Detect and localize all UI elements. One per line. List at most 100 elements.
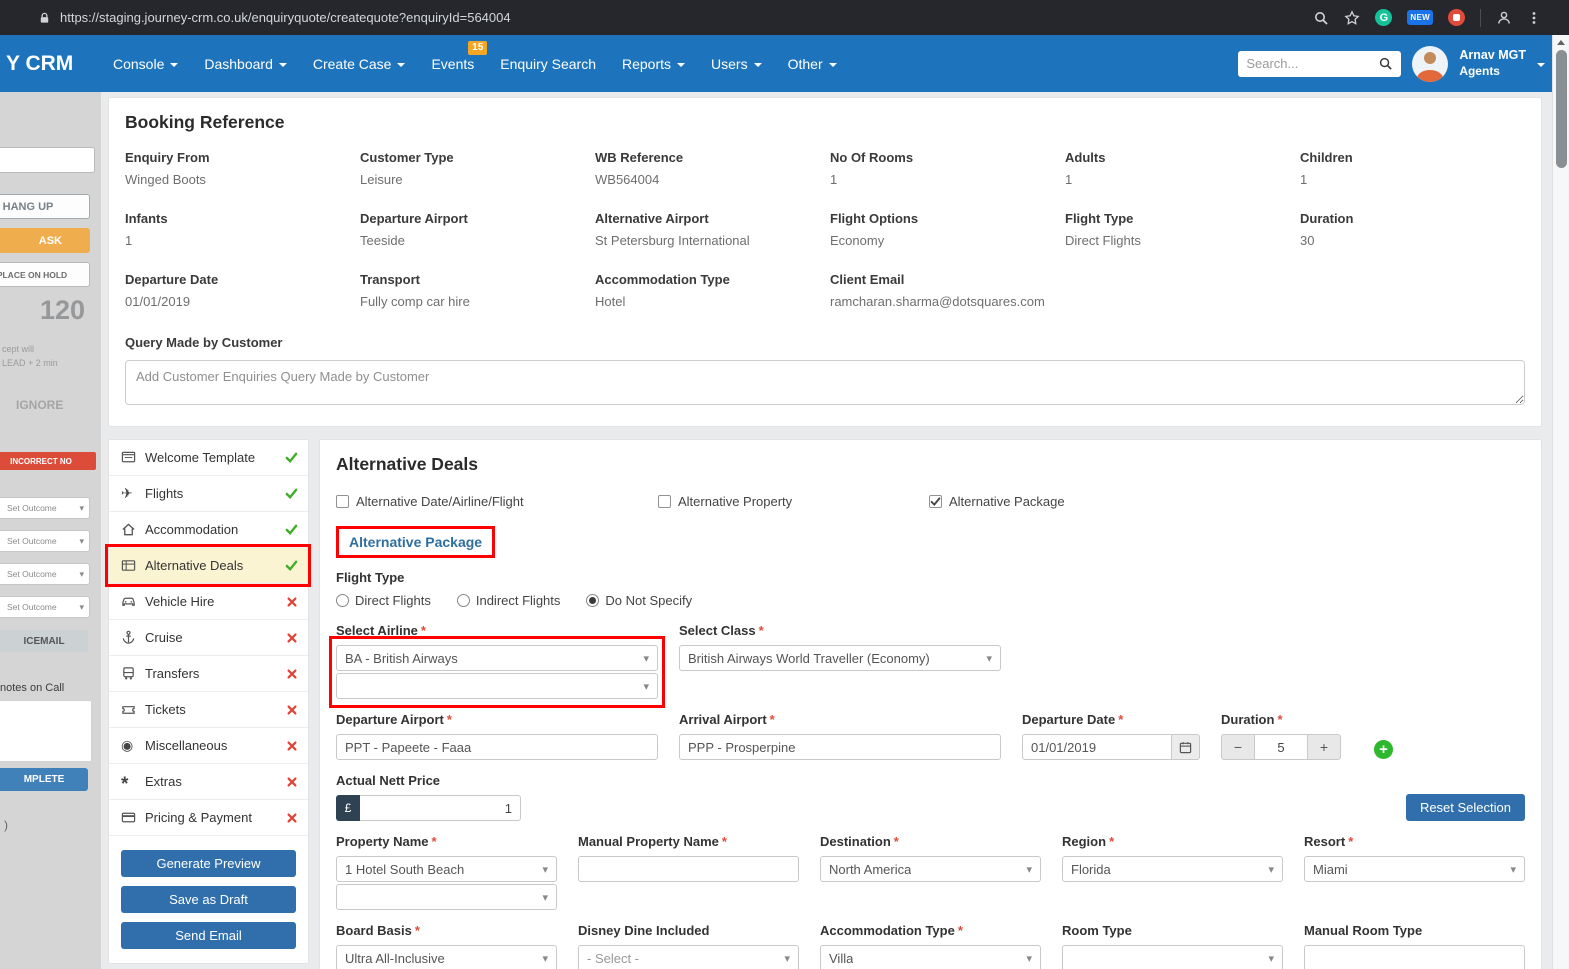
sidebar-item-flights[interactable]: ✈Flights — [109, 476, 308, 512]
url-bar[interactable]: https://staging.journey-crm.co.uk/enquir… — [60, 10, 511, 25]
flight-type-indirect-flights[interactable]: Indirect Flights — [457, 593, 561, 608]
checkbox-alternative-package[interactable]: Alternative Package — [929, 494, 1065, 509]
navbar-menu: ConsoleDashboardCreate CaseEvents15Enqui… — [100, 35, 850, 92]
nav-item-other[interactable]: Other — [775, 35, 850, 92]
room-type-label: Room Type — [1062, 923, 1283, 938]
calendar-icon[interactable] — [1172, 734, 1200, 760]
new-extension-badge[interactable]: NEW — [1407, 10, 1433, 25]
chevron-down-icon[interactable] — [1537, 63, 1545, 67]
complete-button[interactable]: MPLETE — [0, 768, 88, 791]
destination-select[interactable]: North America▾ — [820, 856, 1041, 882]
sidebar-item-extras[interactable]: *Extras — [109, 764, 308, 800]
board-basis-select[interactable]: Ultra All-Inclusive▾ — [336, 945, 557, 969]
sidebar-item-vehicle-hire[interactable]: Vehicle Hire — [109, 584, 308, 620]
profile-icon[interactable] — [1496, 10, 1512, 26]
extension-icon[interactable] — [1448, 9, 1465, 26]
select-value: Set Outcome — [7, 569, 57, 579]
place-on-hold-button[interactable]: PLACE ON HOLD — [0, 262, 90, 287]
save-as-draft-button[interactable]: Save as Draft — [121, 886, 296, 913]
add-row-button[interactable]: + — [1374, 740, 1393, 759]
manual-property-name-input[interactable] — [578, 856, 799, 882]
arrival-airport-input[interactable] — [679, 734, 1001, 760]
actual-nett-price-input[interactable] — [360, 795, 521, 821]
disney-dine-select[interactable]: - Select -▾ — [578, 945, 799, 969]
ignore-button[interactable]: IGNORE — [16, 398, 63, 412]
nav-item-enquiry-search[interactable]: Enquiry Search — [487, 35, 609, 92]
nav-item-reports[interactable]: Reports — [609, 35, 698, 92]
booking-field-flight-options: Flight OptionsEconomy — [830, 211, 1055, 248]
departure-date-input[interactable] — [1022, 734, 1172, 760]
accommodation-type-select[interactable]: Villa▾ — [820, 945, 1041, 969]
call-panel: HANG UP ASK PLACE ON HOLD 120 cept will … — [0, 92, 101, 969]
nav-item-console[interactable]: Console — [100, 35, 191, 92]
voicemail-button[interactable]: ICEMAIL — [0, 630, 88, 652]
class-select[interactable]: British Airways World Traveller (Economy… — [679, 645, 1001, 671]
flight-type-direct-flights[interactable]: Direct Flights — [336, 593, 431, 608]
scrollbar-thumb[interactable] — [1556, 50, 1567, 168]
set-outcome-select[interactable]: Set Outcome▾ — [0, 530, 90, 552]
query-textarea[interactable] — [125, 360, 1525, 405]
avatar[interactable] — [1412, 46, 1448, 82]
required-asterisk: * — [447, 712, 452, 727]
sidebar-item-cruise[interactable]: Cruise — [109, 620, 308, 656]
resort-select[interactable]: Miami▾ — [1304, 856, 1525, 882]
nav-item-events[interactable]: Events15 — [418, 35, 487, 92]
chevron-down-icon — [677, 63, 685, 67]
plus-button[interactable]: + — [1307, 734, 1341, 760]
flight-type-do-not-specify[interactable]: Do Not Specify — [586, 593, 692, 608]
set-outcome-select[interactable]: Set Outcome▾ — [0, 596, 90, 618]
search-icon[interactable] — [1313, 10, 1329, 26]
radio-label: Do Not Specify — [605, 593, 692, 608]
crm-logo[interactable]: Y CRM — [0, 52, 100, 76]
manual-room-type-input[interactable] — [1304, 945, 1525, 969]
call-panel-input[interactable] — [0, 147, 95, 173]
sidebar-item-welcome-template[interactable]: Welcome Template — [109, 440, 308, 476]
board-basis-label: Board Basis* — [336, 923, 557, 938]
sidebar-item-transfers[interactable]: Transfers — [109, 656, 308, 692]
alternative-package-link[interactable]: Alternative Package — [336, 526, 495, 558]
destination-label: Destination* — [820, 834, 1041, 849]
minus-button[interactable]: − — [1221, 734, 1255, 760]
checkbox-alternative-property[interactable]: Alternative Property — [658, 494, 929, 509]
airline-select[interactable]: BA - British Airways▾ — [336, 645, 658, 671]
property-name-select[interactable]: 1 Hotel South Beach▾ — [336, 856, 557, 882]
scrollbar[interactable] — [1552, 35, 1569, 969]
nav-item-users[interactable]: Users — [698, 35, 775, 92]
events-count-badge: 15 — [468, 41, 487, 55]
generate-preview-button[interactable]: Generate Preview — [121, 850, 296, 877]
set-outcome-select[interactable]: Set Outcome▾ — [0, 497, 90, 519]
sidebar-item-tickets[interactable]: Tickets — [109, 692, 308, 728]
room-type-select[interactable]: ▾ — [1062, 945, 1283, 969]
sidebar-item-pricing-payment[interactable]: Pricing & Payment — [109, 800, 308, 836]
checkbox-alternative-date-airline-flight[interactable]: Alternative Date/Airline/Flight — [336, 494, 658, 509]
send-email-button[interactable]: Send Email — [121, 922, 296, 949]
search-input[interactable] — [1238, 56, 1370, 71]
nav-item-create-case[interactable]: Create Case — [300, 35, 419, 92]
airline-secondary-select[interactable]: ▾ — [336, 673, 658, 699]
user-menu[interactable]: Arnav MGT Agents — [1459, 48, 1526, 79]
field-label: Alternative Airport — [595, 211, 820, 226]
reset-selection-button[interactable]: Reset Selection — [1406, 794, 1525, 821]
set-outcome-select[interactable]: Set Outcome▾ — [0, 563, 90, 585]
departure-airport-input[interactable] — [336, 734, 658, 760]
grammarly-icon[interactable]: G — [1375, 9, 1392, 26]
sidebar-item-miscellaneous[interactable]: ◉Miscellaneous — [109, 728, 308, 764]
region-select[interactable]: Florida▾ — [1062, 856, 1283, 882]
task-button[interactable]: ASK — [0, 228, 90, 253]
sidebar-item-accommodation[interactable]: Accommodation — [109, 512, 308, 548]
incorrect-no-badge[interactable]: INCORRECT NO — [0, 452, 96, 470]
scroll-up-arrow[interactable] — [1553, 35, 1569, 49]
extras-icon: * — [121, 771, 145, 793]
checkbox-label: Alternative Property — [678, 494, 792, 509]
field-label: Departure Airport — [360, 211, 585, 226]
search-submit-icon[interactable] — [1370, 56, 1400, 71]
hang-up-button[interactable]: HANG UP — [0, 194, 90, 219]
nav-item-dashboard[interactable]: Dashboard — [191, 35, 300, 92]
property-secondary-select[interactable]: ▾ — [336, 884, 557, 910]
bookmark-star-icon[interactable] — [1344, 10, 1360, 26]
required-asterisk: * — [722, 834, 727, 849]
sidebar-item-alternative-deals[interactable]: Alternative Deals — [109, 548, 308, 584]
call-notes-box[interactable] — [0, 700, 92, 762]
booking-field-transport: TransportFully comp car hire — [360, 272, 585, 309]
browser-menu-icon[interactable] — [1527, 11, 1541, 25]
